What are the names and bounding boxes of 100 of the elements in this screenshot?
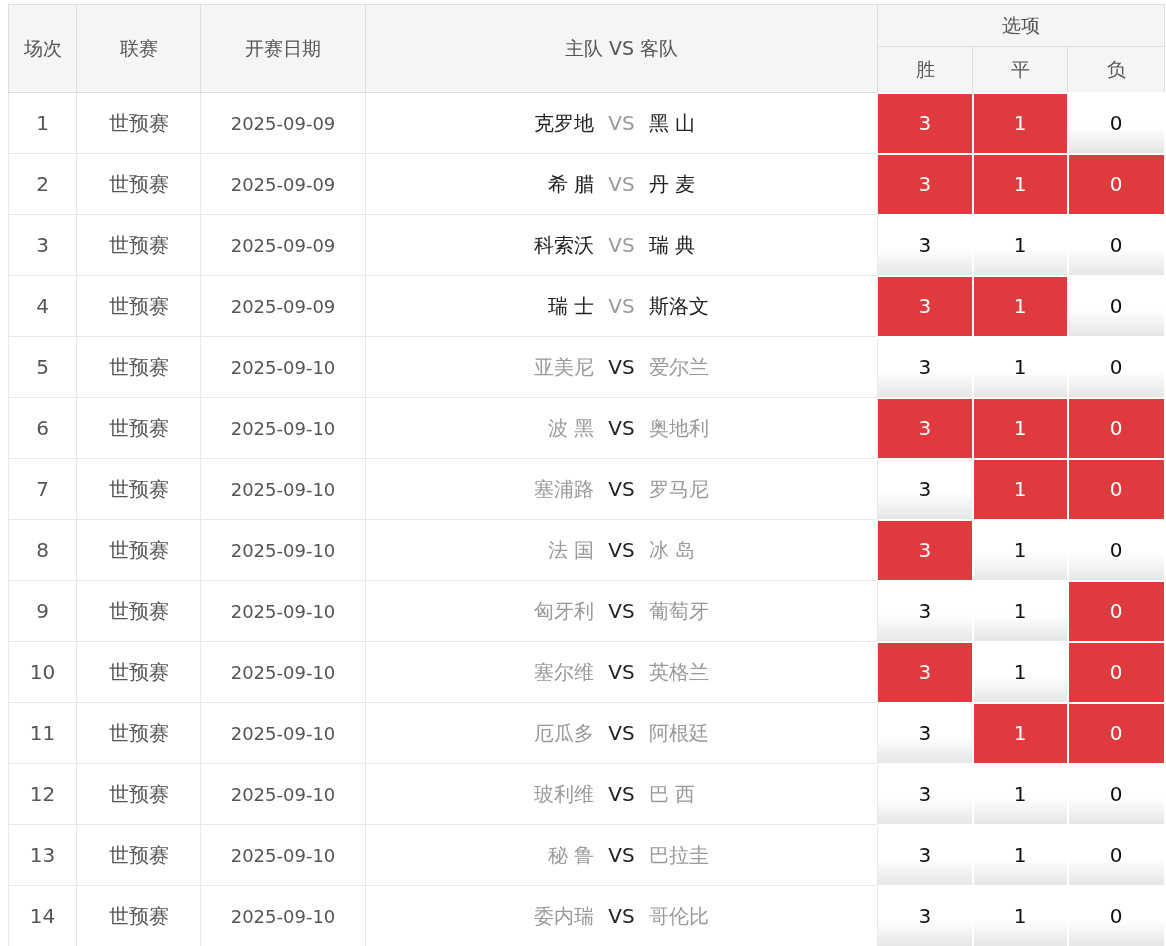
match-date: 2025-09-09 xyxy=(200,275,366,337)
option-header: 负 xyxy=(1067,46,1165,93)
match-number: 5 xyxy=(8,336,77,398)
home-team: 塞浦路 xyxy=(533,476,595,503)
home-team: 玻利维 xyxy=(533,781,595,808)
home-team: 匈牙利 xyxy=(533,598,595,625)
match-date: 2025-09-09 xyxy=(200,92,366,154)
option-cell[interactable]: 1 xyxy=(972,275,1068,337)
away-team: 巴拉圭 xyxy=(648,842,710,869)
versus-label: VS xyxy=(608,293,635,320)
versus-label: VS xyxy=(608,476,635,503)
option-cell[interactable]: 3 xyxy=(877,458,973,520)
away-team: 奥地利 xyxy=(648,415,710,442)
option-cell[interactable]: 3 xyxy=(877,885,973,946)
match-number: 10 xyxy=(8,641,77,703)
option-cell[interactable]: 3 xyxy=(877,397,973,459)
match-number: 4 xyxy=(8,275,77,337)
date-header: 开赛日期 xyxy=(200,4,366,93)
option-cell[interactable]: 3 xyxy=(877,153,973,215)
versus-label: VS xyxy=(608,110,635,137)
away-team: 丹 麦 xyxy=(648,171,697,198)
match-date: 2025-09-10 xyxy=(200,336,366,398)
option-cell[interactable]: 1 xyxy=(972,458,1068,520)
home-team: 科索沃 xyxy=(533,232,595,259)
match-date: 2025-09-10 xyxy=(200,763,366,825)
league-name: 世预赛 xyxy=(76,275,201,337)
option-cell[interactable]: 3 xyxy=(877,275,973,337)
versus-label: VS xyxy=(608,842,635,869)
option-cell[interactable]: 0 xyxy=(1067,641,1165,703)
option-cell[interactable]: 0 xyxy=(1067,214,1165,276)
versus-label: VS xyxy=(608,537,635,564)
league-name: 世预赛 xyxy=(76,153,201,215)
versus-label: VS xyxy=(608,598,635,625)
option-cell[interactable]: 3 xyxy=(877,824,973,886)
home-team: 克罗地 xyxy=(533,110,595,137)
option-cell[interactable]: 0 xyxy=(1067,153,1165,215)
versus-label: VS xyxy=(608,232,635,259)
option-cell[interactable]: 1 xyxy=(972,153,1068,215)
versus-label: VS xyxy=(608,659,635,686)
option-cell[interactable]: 0 xyxy=(1067,336,1165,398)
option-cell[interactable]: 3 xyxy=(877,92,973,154)
option-header: 胜 xyxy=(877,46,973,93)
option-cell[interactable]: 0 xyxy=(1067,92,1165,154)
option-cell[interactable]: 3 xyxy=(877,702,973,764)
options-header: 选项 xyxy=(877,4,1165,47)
match-number: 3 xyxy=(8,214,77,276)
versus-label: VS xyxy=(608,781,635,808)
option-cell[interactable]: 1 xyxy=(972,92,1068,154)
option-cell[interactable]: 1 xyxy=(972,824,1068,886)
option-cell[interactable]: 1 xyxy=(972,214,1068,276)
option-cell[interactable]: 1 xyxy=(972,702,1068,764)
option-cell[interactable]: 0 xyxy=(1067,824,1165,886)
option-cell[interactable]: 3 xyxy=(877,580,973,642)
versus-label: VS xyxy=(608,903,635,930)
match-date: 2025-09-10 xyxy=(200,458,366,520)
away-team: 爱尔兰 xyxy=(648,354,710,381)
match-date: 2025-09-10 xyxy=(200,580,366,642)
away-team: 瑞 典 xyxy=(648,232,697,259)
option-cell[interactable]: 0 xyxy=(1067,702,1165,764)
away-team: 英格兰 xyxy=(648,659,710,686)
option-cell[interactable]: 3 xyxy=(877,641,973,703)
option-cell[interactable]: 3 xyxy=(877,336,973,398)
league-header: 联赛 xyxy=(76,4,201,93)
match-number: 14 xyxy=(8,885,77,946)
match-date: 2025-09-09 xyxy=(200,153,366,215)
option-cell[interactable]: 3 xyxy=(877,214,973,276)
league-name: 世预赛 xyxy=(76,763,201,825)
away-team: 黑 山 xyxy=(648,110,697,137)
away-team: 巴 西 xyxy=(648,781,697,808)
option-cell[interactable]: 1 xyxy=(972,397,1068,459)
match-date: 2025-09-10 xyxy=(200,397,366,459)
league-name: 世预赛 xyxy=(76,641,201,703)
versus-label: VS xyxy=(608,720,635,747)
away-team: 阿根廷 xyxy=(648,720,710,747)
option-cell[interactable]: 0 xyxy=(1067,580,1165,642)
option-cell[interactable]: 1 xyxy=(972,641,1068,703)
option-cell[interactable]: 3 xyxy=(877,763,973,825)
home-team: 希 腊 xyxy=(546,171,595,198)
option-cell[interactable]: 1 xyxy=(972,580,1068,642)
home-team: 法 国 xyxy=(546,537,595,564)
league-name: 世预赛 xyxy=(76,519,201,581)
league-name: 世预赛 xyxy=(76,336,201,398)
match-date: 2025-09-10 xyxy=(200,824,366,886)
away-team: 哥伦比 xyxy=(648,903,710,930)
versus-label: VS xyxy=(608,171,635,198)
match-number: 13 xyxy=(8,824,77,886)
match-number: 6 xyxy=(8,397,77,459)
option-cell[interactable]: 1 xyxy=(972,336,1068,398)
option-cell[interactable]: 0 xyxy=(1067,397,1165,459)
home-team: 秘 鲁 xyxy=(546,842,595,869)
option-header: 平 xyxy=(972,46,1068,93)
teams-header: 主队 VS 客队 xyxy=(365,4,878,93)
match-date: 2025-09-10 xyxy=(200,641,366,703)
match-number: 12 xyxy=(8,763,77,825)
match-number: 7 xyxy=(8,458,77,520)
option-cell[interactable]: 3 xyxy=(877,519,973,581)
option-cell[interactable]: 1 xyxy=(972,519,1068,581)
league-name: 世预赛 xyxy=(76,824,201,886)
home-team: 波 黑 xyxy=(546,415,595,442)
option-cell[interactable]: 0 xyxy=(1067,458,1165,520)
